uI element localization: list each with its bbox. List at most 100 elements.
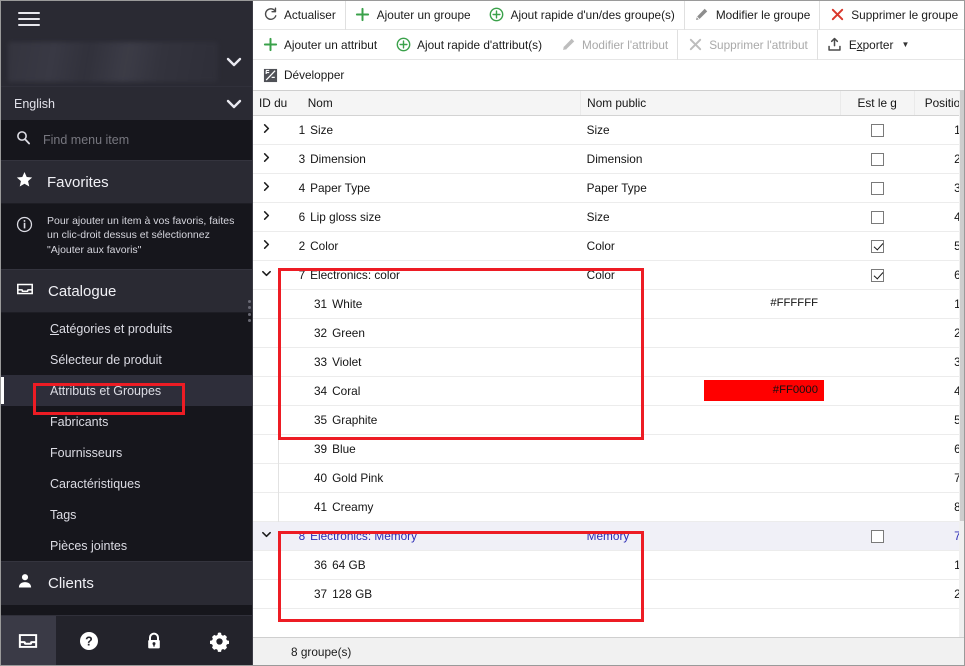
sidebar-section-favorites[interactable]: Favorites bbox=[0, 160, 252, 204]
hamburger-menu-button[interactable] bbox=[0, 0, 252, 38]
cell-id: 39 bbox=[307, 442, 327, 456]
cell-name: 35Graphite bbox=[279, 405, 581, 434]
ribbon-button-exporter[interactable]: Exporter▼ bbox=[817, 30, 919, 60]
cell-name: 6Lip gloss size bbox=[279, 202, 581, 231]
cell-name-text: Green bbox=[332, 326, 365, 340]
cell-position: 1 bbox=[914, 550, 965, 579]
ribbon-button-ajouter-un-groupe[interactable]: Ajouter un groupe bbox=[345, 0, 480, 30]
column-header-public-name[interactable]: Nom public bbox=[581, 91, 840, 115]
sidebar-item-pi-ces-jointes[interactable]: Pièces jointes bbox=[0, 530, 252, 561]
cell-id: 40 bbox=[307, 471, 327, 485]
cell-is-group[interactable] bbox=[840, 173, 914, 202]
application-window: English Find menu item Favorites Pour aj… bbox=[0, 0, 965, 666]
sidebar-item-cat-gories-et-produits[interactable]: Catégories et produits bbox=[0, 313, 252, 344]
row-indent-spacer bbox=[253, 289, 279, 318]
table-row[interactable]: 39Blue6 bbox=[253, 434, 965, 463]
is-group-checkbox[interactable] bbox=[871, 240, 884, 253]
cell-id: 33 bbox=[307, 355, 327, 369]
cell-is-group[interactable] bbox=[840, 115, 914, 144]
cell-name: 31White bbox=[279, 289, 581, 318]
table-row[interactable]: 33Violet3 bbox=[253, 347, 965, 376]
column-header-id-name[interactable]: ID du Nom bbox=[253, 91, 581, 115]
cell-public-name bbox=[581, 347, 840, 376]
ribbon-button-actualiser[interactable]: Actualiser bbox=[253, 0, 345, 30]
sidebar-item-fournisseurs[interactable]: Fournisseurs bbox=[0, 437, 252, 468]
row-expand-chevron-right-icon[interactable] bbox=[253, 173, 279, 202]
is-group-checkbox[interactable] bbox=[871, 530, 884, 543]
sidebar-item-s-lecteur-de-produit[interactable]: Sélecteur de produit bbox=[0, 344, 252, 375]
catalogue-label: Catalogue bbox=[48, 283, 116, 300]
row-expand-chevron-right-icon[interactable] bbox=[253, 115, 279, 144]
row-collapse-chevron-down-icon[interactable] bbox=[253, 521, 279, 550]
table-row[interactable]: 6Lip gloss sizeSize4 bbox=[253, 202, 965, 231]
table-row[interactable]: 1SizeSize1 bbox=[253, 115, 965, 144]
ribbon-button-label: Supprimer le groupe bbox=[851, 8, 958, 22]
cell-position: 5 bbox=[914, 405, 965, 434]
is-group-checkbox[interactable] bbox=[871, 269, 884, 282]
cell-is-group[interactable] bbox=[840, 521, 914, 550]
sidebar-section-clients[interactable]: Clients bbox=[0, 561, 252, 605]
cell-is-group bbox=[840, 318, 914, 347]
column-header-position[interactable]: Positio bbox=[914, 91, 965, 115]
footer-help-button[interactable]: ? bbox=[56, 616, 121, 666]
ribbon-button-ajouter-un-attribut[interactable]: Ajouter un attribut bbox=[253, 30, 386, 60]
table-row[interactable]: 8Electronics: MemoryMemory7 bbox=[253, 521, 965, 550]
row-expand-chevron-right-icon[interactable] bbox=[253, 231, 279, 260]
ribbon-button-ajout-rapide-d-un-des-groupe-s[interactable]: Ajout rapide d'un/des groupe(s) bbox=[480, 0, 684, 30]
account-selector[interactable] bbox=[0, 38, 252, 86]
ribbon-button-label: Ajouter un groupe bbox=[377, 8, 471, 22]
column-header-is-group[interactable]: Est le g bbox=[840, 91, 914, 115]
sidebar-section-catalogue[interactable]: Catalogue bbox=[0, 269, 252, 313]
table-row[interactable]: 41Creamy8 bbox=[253, 492, 965, 521]
ribbon-button-d-velopper[interactable]: Développer bbox=[253, 60, 353, 90]
table-row[interactable]: 3DimensionDimension2 bbox=[253, 144, 965, 173]
cell-name-text: Coral bbox=[332, 384, 360, 398]
footer-catalogue-button[interactable] bbox=[0, 616, 56, 666]
footer-lock-button[interactable] bbox=[121, 616, 186, 666]
sidebar-item-attributs-et-groupes[interactable]: Attributs et Groupes bbox=[0, 375, 252, 406]
table-row[interactable]: 37128 GB2 bbox=[253, 579, 965, 608]
table-row[interactable]: 3664 GB1 bbox=[253, 550, 965, 579]
grid-vertical-scrollbar[interactable] bbox=[959, 91, 965, 637]
is-group-checkbox[interactable] bbox=[871, 124, 884, 137]
cell-id: 3 bbox=[285, 152, 305, 166]
sidebar-item-fabricants[interactable]: Fabricants bbox=[0, 406, 252, 437]
ribbon-button-supprimer-le-groupe[interactable]: Supprimer le groupe bbox=[819, 0, 965, 30]
table-row[interactable]: 7Electronics: colorColor6 bbox=[253, 260, 965, 289]
table-row[interactable]: 35Graphite 5 bbox=[253, 405, 965, 434]
language-selector[interactable]: English bbox=[0, 86, 252, 120]
row-expand-chevron-right-icon[interactable] bbox=[253, 144, 279, 173]
main-panel: Actualiser Ajouter un groupe Ajout rapide … bbox=[252, 0, 965, 666]
row-expand-chevron-right-icon[interactable] bbox=[253, 202, 279, 231]
table-row[interactable]: 34Coral#FF00004 bbox=[253, 376, 965, 405]
grid-scrollbar-thumb[interactable] bbox=[960, 91, 965, 521]
is-group-checkbox[interactable] bbox=[871, 211, 884, 224]
footer-settings-button[interactable] bbox=[187, 616, 252, 666]
cell-public-name: Size bbox=[581, 115, 840, 144]
sidebar-item-caract-ristiques[interactable]: Caractéristiques bbox=[0, 468, 252, 499]
is-group-checkbox[interactable] bbox=[871, 153, 884, 166]
cell-public-name-text: Memory bbox=[587, 529, 630, 543]
table-row[interactable]: 31White#FFFFFF1 bbox=[253, 289, 965, 318]
cell-name-text: 128 GB bbox=[332, 587, 372, 601]
search-menu-field[interactable]: Find menu item bbox=[0, 120, 252, 160]
dropdown-caret-icon[interactable]: ▼ bbox=[901, 40, 909, 49]
table-row[interactable]: 32Green2 bbox=[253, 318, 965, 347]
color-swatch: #FFFFFF bbox=[704, 293, 824, 314]
cell-is-group[interactable] bbox=[840, 231, 914, 260]
table-row[interactable]: 40Gold Pink7 bbox=[253, 463, 965, 492]
ribbon-button-modifier-le-groupe[interactable]: Modifier le groupe bbox=[684, 0, 819, 30]
cell-name: 37128 GB bbox=[279, 579, 581, 608]
is-group-checkbox[interactable] bbox=[871, 182, 884, 195]
plus-circle-icon bbox=[489, 7, 505, 23]
row-collapse-chevron-down-icon[interactable] bbox=[253, 260, 279, 289]
cell-is-group[interactable] bbox=[840, 144, 914, 173]
cell-is-group[interactable] bbox=[840, 202, 914, 231]
table-row[interactable]: 2ColorColor5 bbox=[253, 231, 965, 260]
table-row[interactable]: 4Paper TypePaper Type3 bbox=[253, 173, 965, 202]
ribbon-button-ajout-rapide-d-attribut-s[interactable]: Ajout rapide d'attribut(s) bbox=[386, 30, 551, 60]
sidebar-item-tags[interactable]: Tags bbox=[0, 499, 252, 530]
row-indent-spacer bbox=[253, 492, 279, 521]
cell-is-group[interactable] bbox=[840, 260, 914, 289]
sidebar-item-label: Caractéristiques bbox=[50, 477, 140, 491]
